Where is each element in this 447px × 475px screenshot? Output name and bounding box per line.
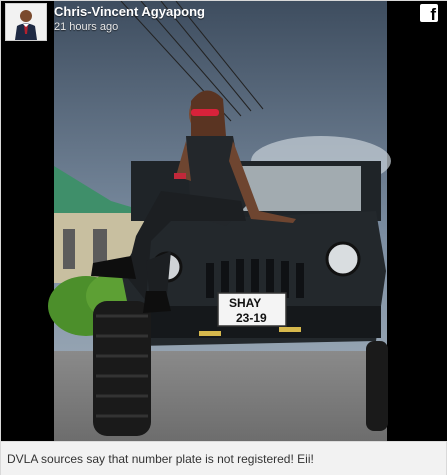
plate-line2: 23-19 xyxy=(236,311,267,325)
facebook-icon[interactable]: f xyxy=(420,4,438,22)
post-timestamp[interactable]: 21 hours ago xyxy=(54,21,118,33)
video-frame-image: SHAY 23-19 xyxy=(1,1,447,441)
video-player[interactable]: SHAY 23-19 Chris-Vincent Agyapong 21 hou… xyxy=(1,1,447,441)
caption-bar: DVLA sources say that number plate is no… xyxy=(1,441,446,475)
facebook-post: SHAY 23-19 Chris-Vincent Agyapong 21 hou… xyxy=(0,0,447,475)
avatar[interactable] xyxy=(5,3,47,41)
post-caption: DVLA sources say that number plate is no… xyxy=(7,452,314,466)
post-header: Chris-Vincent Agyapong 21 hours ago f xyxy=(1,1,447,45)
profile-photo-icon xyxy=(6,4,46,40)
author-name[interactable]: Chris-Vincent Agyapong xyxy=(54,4,205,19)
plate-line1: SHAY xyxy=(229,296,261,310)
